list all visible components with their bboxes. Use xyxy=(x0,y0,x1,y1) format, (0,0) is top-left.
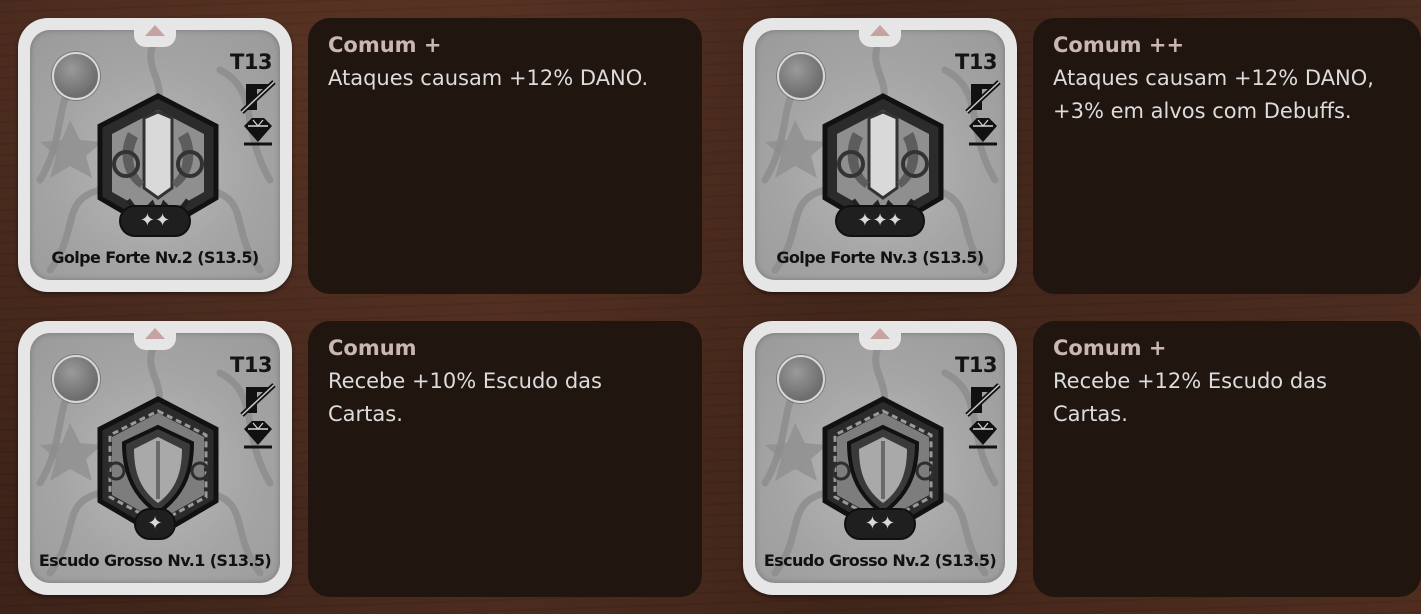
expand-arrow-icon[interactable] xyxy=(870,328,890,339)
diamond-icon xyxy=(244,421,272,449)
card-description: Ataques causam +12% DANO. xyxy=(328,66,649,90)
card-entry[interactable]: T13 xyxy=(743,18,1421,294)
card-art: T13 xyxy=(755,333,1005,583)
crossed-blade-icon xyxy=(240,80,276,114)
level-badge: ✦✦✦ xyxy=(835,205,925,237)
card-side-icons xyxy=(965,383,1001,449)
card-art: T13 xyxy=(30,333,280,583)
rarity-label: Comum xyxy=(328,336,417,360)
description-panel: Comum Recebe +10% Escudo das Cartas. xyxy=(308,321,702,597)
level-stars: ✦✦✦ xyxy=(857,210,903,231)
card-description: Recebe +10% Escudo das Cartas. xyxy=(328,369,602,426)
level-stars: ✦ xyxy=(147,513,163,534)
rarity-label: Comum + xyxy=(328,33,442,57)
card-side-icons xyxy=(240,80,276,146)
diamond-icon xyxy=(969,118,997,146)
card-entry[interactable]: T13 xyxy=(18,18,702,294)
description-panel: Comum + Recebe +12% Escudo das Cartas. xyxy=(1033,321,1421,597)
skill-card[interactable]: T13 xyxy=(18,321,292,595)
level-badge: ✦✦ xyxy=(844,508,916,540)
card-art: T13 xyxy=(755,30,1005,280)
card-entry[interactable]: T13 xyxy=(743,321,1421,597)
card-name: Escudo Grosso Nv.1 (S13.5) xyxy=(38,551,272,570)
tier-label: T13 xyxy=(230,353,273,377)
expand-arrow-icon[interactable] xyxy=(870,25,890,36)
description-panel: Comum ++ Ataques causam +12% DANO, +3% e… xyxy=(1033,18,1421,294)
expand-arrow-icon[interactable] xyxy=(145,328,165,339)
card-name: Golpe Forte Nv.3 (S13.5) xyxy=(776,248,984,267)
description-panel: Comum + Ataques causam +12% DANO. xyxy=(308,18,702,294)
crossed-blade-icon xyxy=(965,383,1001,417)
card-art: T13 xyxy=(30,30,280,280)
card-description: Ataques causam +12% DANO, +3% em alvos c… xyxy=(1053,66,1374,123)
tier-label: T13 xyxy=(955,353,998,377)
card-side-icons xyxy=(965,80,1001,146)
card-name: Golpe Forte Nv.2 (S13.5) xyxy=(51,248,259,267)
rarity-label: Comum + xyxy=(1053,336,1167,360)
tier-label: T13 xyxy=(230,50,273,74)
rarity-label: Comum ++ xyxy=(1053,33,1185,57)
tier-label: T13 xyxy=(955,50,998,74)
skill-card[interactable]: T13 xyxy=(743,18,1017,292)
diamond-icon xyxy=(244,118,272,146)
level-badge: ✦ xyxy=(134,508,176,540)
level-badge: ✦✦ xyxy=(119,205,191,237)
level-stars: ✦✦ xyxy=(864,513,896,534)
crossed-blade-icon xyxy=(240,383,276,417)
card-side-icons xyxy=(240,383,276,449)
diamond-icon xyxy=(969,421,997,449)
card-entry[interactable]: T13 xyxy=(18,321,702,597)
skill-card[interactable]: T13 xyxy=(743,321,1017,595)
crossed-blade-icon xyxy=(965,80,1001,114)
expand-arrow-icon[interactable] xyxy=(145,25,165,36)
skill-card[interactable]: T13 xyxy=(18,18,292,292)
card-description: Recebe +12% Escudo das Cartas. xyxy=(1053,369,1327,426)
level-stars: ✦✦ xyxy=(139,210,171,231)
card-name: Escudo Grosso Nv.2 (S13.5) xyxy=(763,551,997,570)
